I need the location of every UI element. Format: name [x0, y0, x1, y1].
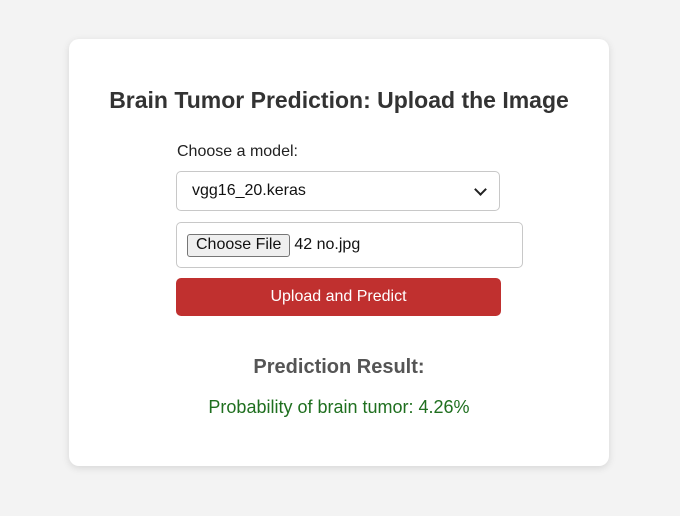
model-select-label: Choose a model:: [177, 143, 298, 160]
model-select[interactable]: vgg16_20.keras: [176, 171, 500, 211]
page-title: Brain Tumor Prediction: Upload the Image: [109, 87, 569, 113]
choose-file-button[interactable]: Choose File: [187, 233, 291, 257]
upload-and-predict-button[interactable]: Upload and Predict: [176, 278, 501, 316]
file-input[interactable]: Choose File 42 no.jpg: [176, 222, 523, 268]
chevron-down-icon: [474, 182, 487, 196]
prediction-result-heading: Prediction Result:: [253, 356, 425, 378]
model-select-value: vgg16_20.keras: [192, 182, 306, 199]
prediction-result-text: Probability of brain tumor: 4.26%: [208, 397, 470, 417]
selected-file-name: 42 no.jpg: [294, 236, 361, 253]
prediction-card: Brain Tumor Prediction: Upload the Image…: [69, 39, 609, 466]
